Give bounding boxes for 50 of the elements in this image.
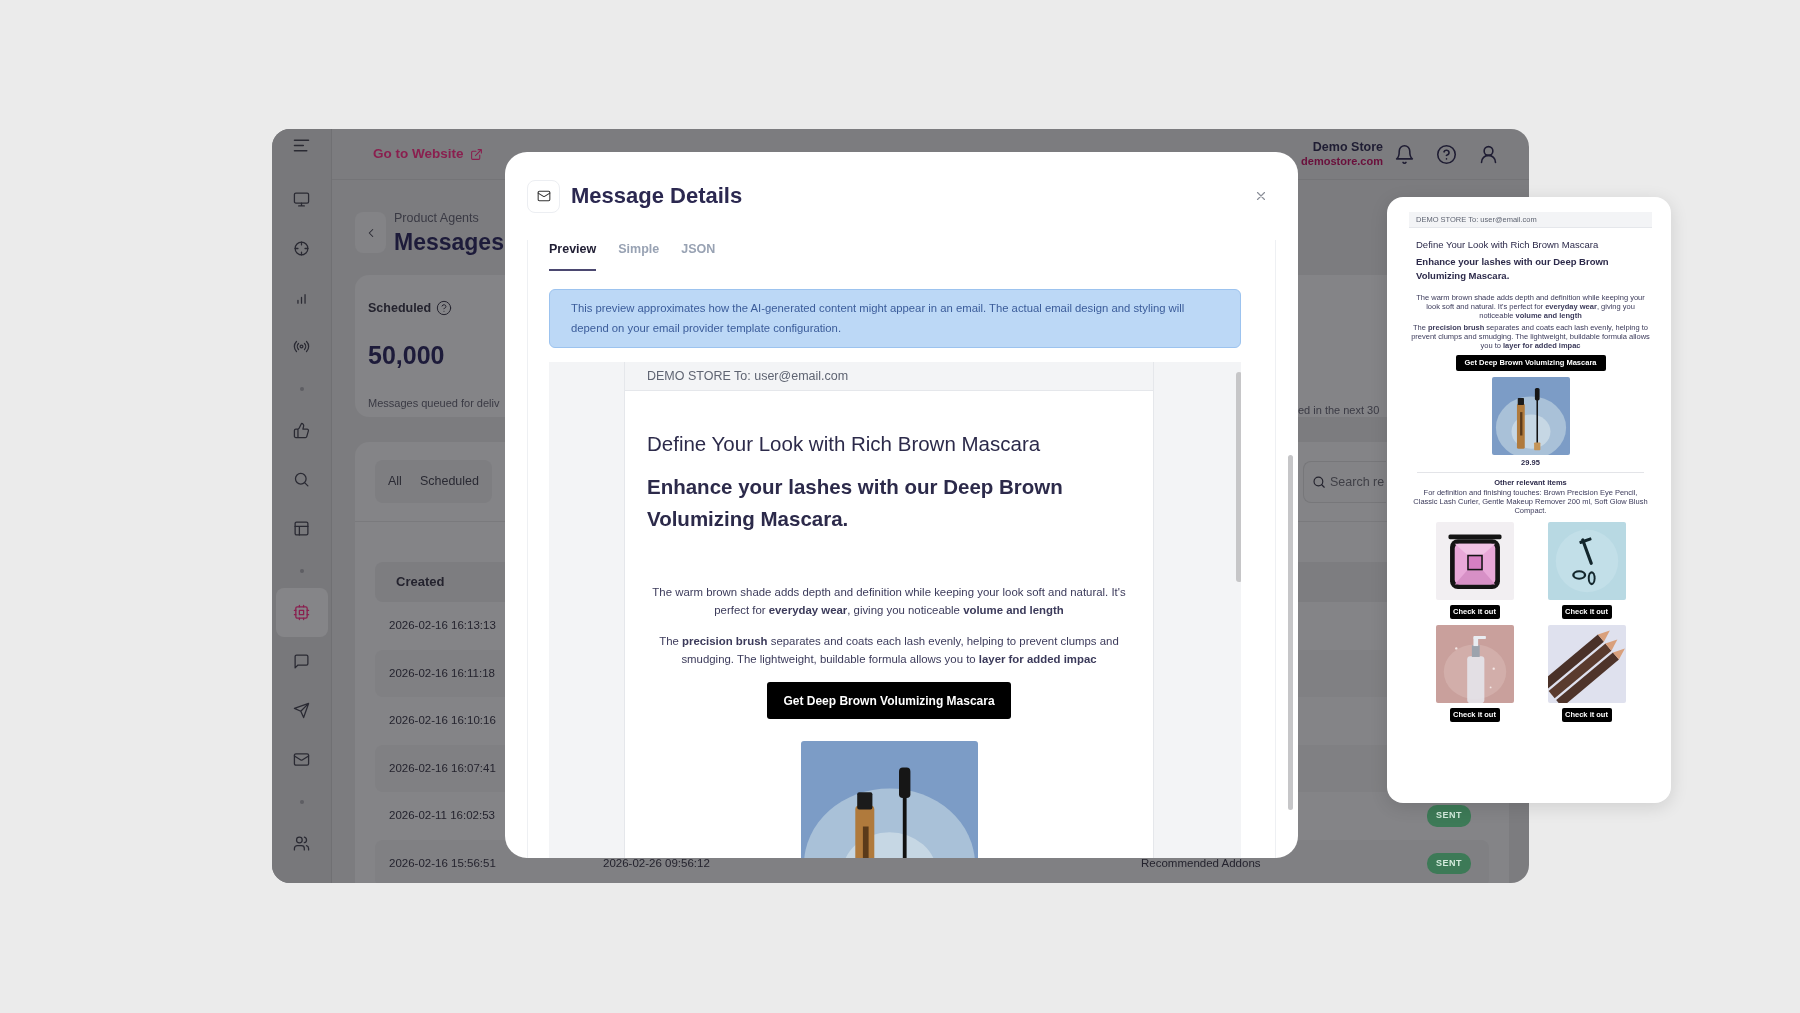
page-title: Messages <box>394 229 504 256</box>
email-header: DEMO STORE To: user@email.com <box>625 362 1153 391</box>
email-paragraph: The precision brush separates and coats each lash evenly, helping to prevent clumps and smudging. The lightweight, buildable formula allows you to layer for added impac <box>658 634 1120 667</box>
thumbs-up-icon <box>293 422 310 439</box>
stat-label: Scheduled <box>368 300 432 318</box>
modal-title: Message Details <box>571 182 743 210</box>
email-headline: Define Your Look with Rich Brown Mascara <box>647 431 1042 457</box>
table-cell: 2026-02-16 16:10:16 <box>389 714 496 727</box>
stat-caption: ed in the next 30 <box>1298 402 1380 418</box>
email-headline: Define Your Look with Rich Brown Mascara <box>1416 238 1600 251</box>
close-button[interactable] <box>1254 189 1268 203</box>
mail-icon <box>293 751 310 768</box>
info-alert: This preview approximates how the AI-generated content might appear in an email. The actual email design and styling will depend on your email provider template configuration. <box>549 289 1241 348</box>
send-icon <box>293 702 310 719</box>
search-field[interactable]: Search re <box>1303 460 1386 503</box>
table-cell: 2026-02-16 15:56:51 <box>389 856 496 869</box>
search-icon <box>1312 474 1326 489</box>
broadcast-icon <box>293 338 310 355</box>
sidebar-item[interactable] <box>275 588 328 637</box>
crosshair-icon <box>293 240 310 257</box>
monitor-icon <box>293 191 310 208</box>
users-icon <box>293 835 310 852</box>
scrollbar[interactable] <box>1236 372 1241 582</box>
filter-tab[interactable]: All <box>379 464 411 499</box>
cta-button[interactable]: Get Deep Brown Volumizing Mascara <box>767 682 1011 719</box>
tab[interactable]: Preview <box>549 240 597 271</box>
email-subheadline: Enhance your lashes with our Deep Brown Volumizing Mascara. <box>1416 255 1610 283</box>
chip-icon <box>293 604 310 621</box>
store-name: Demo Store <box>1311 139 1383 155</box>
table-cell: 2026-02-16 16:13:13 <box>389 619 496 632</box>
search-icon <box>293 471 310 488</box>
help-icon[interactable] <box>1435 143 1457 165</box>
bell-icon[interactable] <box>1393 143 1415 165</box>
status-badge: SENT <box>1427 805 1471 827</box>
table-cell: 2026-02-26 09:56:12 <box>603 856 710 869</box>
layout-icon <box>293 520 310 537</box>
table-cell: 2026-02-16 16:07:41 <box>389 761 496 774</box>
external-link-icon <box>469 147 483 161</box>
table-cell: Recommended Addons <box>1141 856 1261 869</box>
email-subheadline: Enhance your lashes with our Deep Brown Volumizing Mascara. <box>647 474 1064 532</box>
stat-value: 50,000 <box>368 340 445 372</box>
stat-caption: Messages queued for deliv <box>368 395 500 411</box>
table-cell: 2026-02-16 16:11:18 <box>389 666 495 679</box>
mail-icon <box>536 189 551 203</box>
table-cell: 2026-02-11 16:02:53 <box>389 809 495 822</box>
chat-icon <box>293 653 310 670</box>
filter-tab[interactable]: Scheduled <box>410 464 488 499</box>
status-badge: SENT <box>1427 852 1471 875</box>
scrollbar[interactable] <box>1288 455 1293 810</box>
help-icon <box>436 300 453 317</box>
